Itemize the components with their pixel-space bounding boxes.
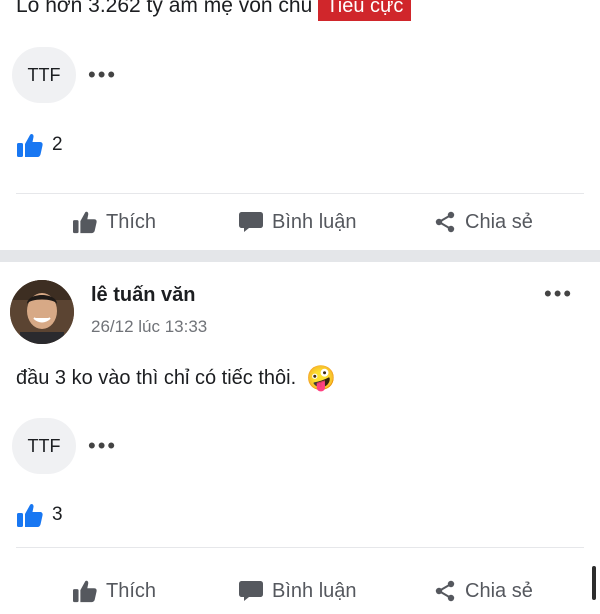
stock-tag-ttf[interactable]: TTF [12,47,76,103]
divider [16,193,584,194]
share-button[interactable]: Chia sẻ [433,210,533,234]
post-2-action-bar: Thích Bình luận Chia sẻ [0,568,600,614]
post-1-action-bar: Thích Bình luận Chia sẻ [0,199,600,245]
post-separator [0,250,600,262]
comment-button[interactable]: Bình luận [238,579,357,603]
post-1-text: Lỗ hơn 3.262 tỷ âm mẹ vốn chủ Tiêu cực [16,0,412,21]
like-button-label: Thích [106,210,157,233]
share-icon [435,580,455,602]
like-button-label: Thích [106,579,157,602]
thumbs-up-icon [17,133,43,157]
zany-face-emoji: 🤪 [306,365,337,392]
thumbs-up-icon [73,580,97,603]
like-count: 3 [52,504,63,525]
sentiment-badge: Tiêu cực [318,0,412,21]
divider [16,547,584,548]
thumbs-up-icon [17,503,43,527]
like-button[interactable]: Thích [72,579,156,603]
post-timestamp: 26/12 lúc 13:33 [91,317,208,336]
tag-more-icon[interactable]: ••• [88,64,117,86]
comment-icon [239,581,263,601]
stock-tag-ttf[interactable]: TTF [12,418,76,474]
like-summary[interactable]: 3 [16,502,63,528]
share-button-label: Chia sẻ [465,210,533,233]
share-button-label: Chia sẻ [465,579,533,602]
like-button[interactable]: Thích [72,210,156,234]
post-more-icon[interactable]: ••• [544,283,573,305]
stock-tag-label: TTF [27,435,61,456]
thumbs-up-icon [73,211,97,234]
comment-icon [239,212,263,232]
avatar-photo [10,280,74,344]
like-summary[interactable]: 2 [16,132,63,158]
comment-button-label: Bình luận [272,579,357,602]
post-2-text: đầu 3 ko vào thì chỉ có tiếc thôi. [16,367,297,389]
post-1-body: Lỗ hơn 3.262 tỷ âm mẹ vốn chủ [16,0,313,17]
post-2-body: đầu 3 ko vào thì chỉ có tiếc thôi. 🤪 [16,364,336,393]
comment-button[interactable]: Bình luận [238,210,357,234]
scrollbar-thumb[interactable] [592,566,596,600]
stock-tag-label: TTF [27,64,61,85]
author-name[interactable]: lê tuấn văn [91,284,195,307]
avatar[interactable] [10,280,74,344]
share-icon [435,211,455,233]
share-button[interactable]: Chia sẻ [433,579,533,603]
like-count: 2 [52,134,63,155]
tag-more-icon[interactable]: ••• [88,435,117,457]
comment-button-label: Bình luận [272,210,357,233]
